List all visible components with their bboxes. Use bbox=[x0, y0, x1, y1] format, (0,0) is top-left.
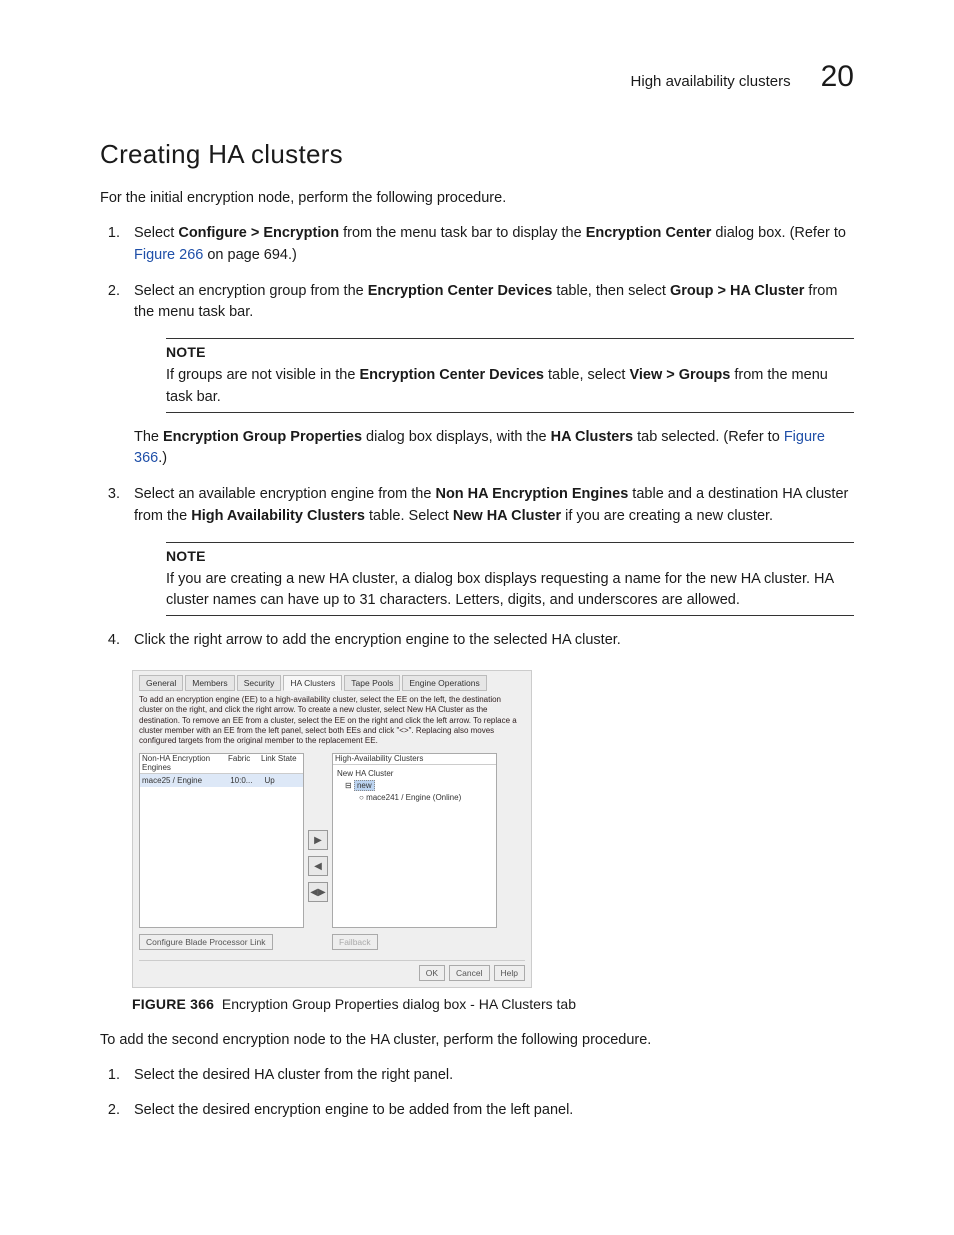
dialog-tabs: General Members Security HA Clusters Tap… bbox=[139, 675, 525, 691]
figure-266-link[interactable]: Figure 266 bbox=[134, 247, 203, 263]
chapter-number: 20 bbox=[821, 60, 854, 94]
tab-ha-clusters[interactable]: HA Clusters bbox=[283, 675, 342, 691]
cancel-button[interactable]: Cancel bbox=[449, 965, 489, 981]
non-ha-engines-table[interactable]: Non-HA Encryption Engines Fabric Link St… bbox=[139, 753, 304, 928]
tab-members[interactable]: Members bbox=[185, 675, 234, 691]
help-button[interactable]: Help bbox=[494, 965, 525, 981]
tab-engine-operations[interactable]: Engine Operations bbox=[402, 675, 486, 691]
step-1: Select Configure > Encryption from the m… bbox=[124, 223, 854, 267]
second-step-2: Select the desired encryption engine to … bbox=[124, 1100, 854, 1122]
figure-366-dialog: General Members Security HA Clusters Tap… bbox=[132, 670, 532, 988]
step-2: Select an encryption group from the Encr… bbox=[124, 281, 854, 471]
procedure-list-2: Select the desired HA cluster from the r… bbox=[100, 1065, 854, 1123]
note-2: NOTE If you are creating a new HA cluste… bbox=[166, 542, 854, 617]
tree-root[interactable]: New HA Cluster bbox=[337, 768, 492, 780]
failback-button[interactable]: Failback bbox=[332, 934, 378, 950]
procedure-list-1: Select Configure > Encryption from the m… bbox=[100, 223, 854, 652]
configure-blade-button[interactable]: Configure Blade Processor Link bbox=[139, 934, 273, 950]
second-proc-intro: To add the second encryption node to the… bbox=[100, 1030, 854, 1051]
sub-paragraph-1: The Encryption Group Properties dialog b… bbox=[134, 427, 854, 471]
arrow-right-icon[interactable]: ▶ bbox=[308, 830, 328, 850]
arrow-swap-icon[interactable]: ◀▶ bbox=[308, 882, 328, 902]
note-1: NOTE If groups are not visible in the En… bbox=[166, 338, 854, 413]
step-3: Select an available encryption engine fr… bbox=[124, 484, 854, 616]
running-head: High availability clusters bbox=[631, 73, 791, 90]
section-title: Creating HA clusters bbox=[100, 139, 854, 170]
dialog-instruction: To add an encryption engine (EE) to a hi… bbox=[139, 695, 525, 747]
step-4: Click the right arrow to add the encrypt… bbox=[124, 630, 854, 652]
tree-selected[interactable]: new bbox=[354, 780, 375, 791]
second-step-1: Select the desired HA cluster from the r… bbox=[124, 1065, 854, 1087]
tab-tape-pools[interactable]: Tape Pools bbox=[344, 675, 400, 691]
arrow-left-icon[interactable]: ◀ bbox=[308, 856, 328, 876]
tree-leaf[interactable]: mace241 / Engine (Online) bbox=[366, 793, 461, 802]
intro-text: For the initial encryption node, perform… bbox=[100, 188, 854, 209]
ok-button[interactable]: OK bbox=[419, 965, 445, 981]
tab-general[interactable]: General bbox=[139, 675, 183, 691]
table-row[interactable]: mace25 / Engine 10:0... Up bbox=[140, 774, 303, 787]
tab-security[interactable]: Security bbox=[237, 675, 282, 691]
figure-caption: FIGURE 366 Encryption Group Properties d… bbox=[132, 996, 854, 1012]
ha-clusters-tree[interactable]: High-Availability Clusters New HA Cluste… bbox=[332, 753, 497, 928]
